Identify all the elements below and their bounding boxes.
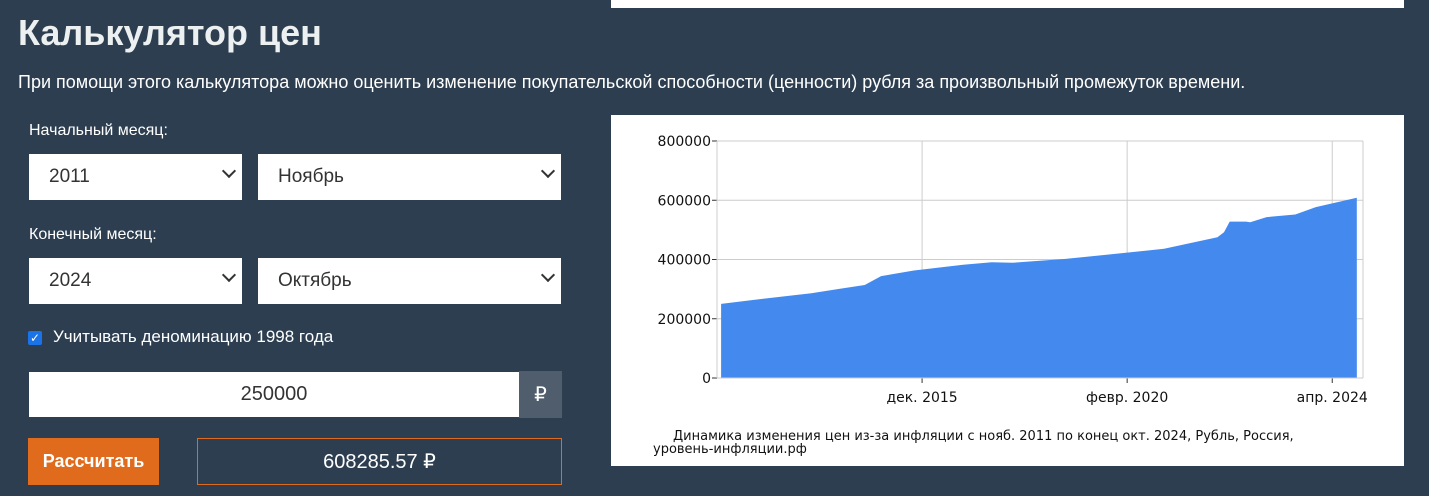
y-tick-label: 400000 (658, 253, 711, 269)
start-month-value: Ноябрь (278, 166, 344, 187)
end-year-value: 2024 (49, 270, 92, 291)
result-output: 608285.57 ₽ (197, 438, 562, 485)
amount-input[interactable]: 250000 (29, 372, 519, 417)
chart-caption-line2: уровень-инфляции.рф (653, 442, 807, 457)
x-tick-label: дек. 2015 (886, 390, 957, 406)
start-year-select[interactable]: 2011 (29, 154, 242, 200)
denomination-label[interactable]: Учитывать деноминацию 1998 года (53, 327, 333, 347)
chevron-down-icon (540, 267, 556, 283)
start-month-label: Начальный месяц: (29, 122, 168, 139)
chevron-down-icon (221, 267, 237, 283)
currency-addon: ₽ (519, 371, 562, 418)
y-tick-label: 800000 (658, 134, 711, 150)
chevron-down-icon (540, 163, 556, 179)
end-month-label: Конечный месяц: (29, 226, 157, 243)
y-tick-label: 600000 (658, 193, 711, 209)
chart-panel-top (611, 0, 1404, 8)
y-tick-label: 0 (702, 371, 711, 387)
start-month-select[interactable]: Ноябрь (258, 154, 561, 200)
page-title: Калькулятор цен (18, 12, 322, 53)
y-tick-label: 200000 (658, 312, 711, 328)
end-year-select[interactable]: 2024 (29, 258, 242, 304)
end-month-value: Октябрь (278, 270, 352, 291)
chart-panel: 0 200000 400000 600000 800000 дек. 2015 февр. … (611, 115, 1404, 466)
x-tick-label: февр. 2020 (1086, 390, 1168, 406)
calculate-button[interactable]: Рассчитать (28, 438, 159, 485)
price-area-series (721, 197, 1357, 378)
start-year-value: 2011 (49, 166, 90, 187)
chevron-down-icon (221, 163, 237, 179)
amount-value: 250000 (240, 383, 308, 405)
x-tick-label: апр. 2024 (1297, 390, 1368, 406)
denomination-checkbox[interactable]: ✓ (28, 331, 42, 345)
end-month-select[interactable]: Октябрь (258, 258, 561, 304)
inflation-chart: 0 200000 400000 600000 800000 дек. 2015 февр. … (653, 134, 1368, 457)
page-description: При помощи этого калькулятора можно оцен… (18, 72, 1246, 92)
